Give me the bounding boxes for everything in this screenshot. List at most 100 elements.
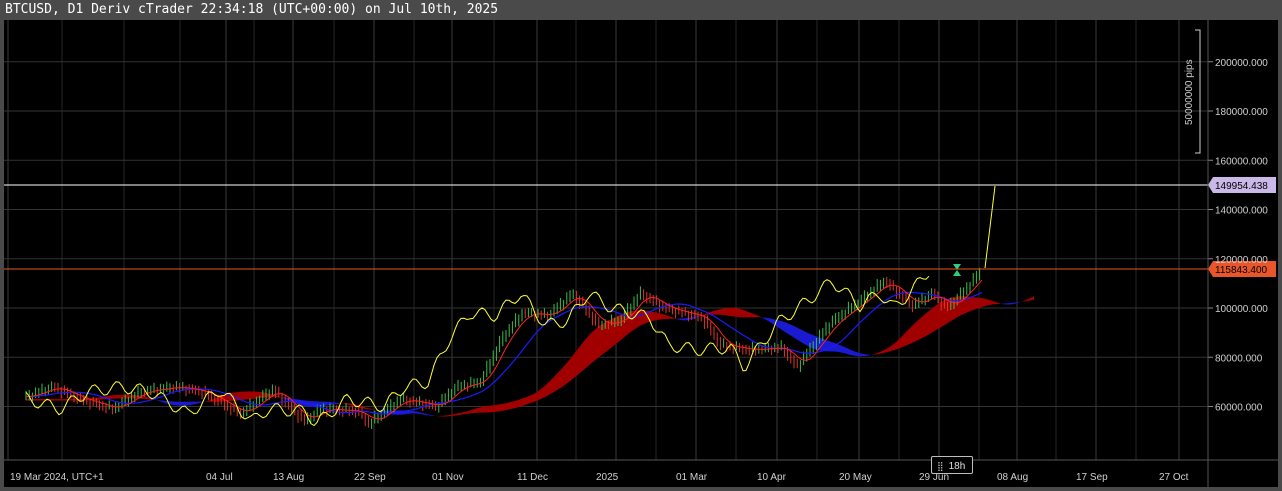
kumo-cloud-segment [162,400,166,404]
kumo-cloud-segment [598,324,602,358]
kumo-cloud-segment [762,317,766,320]
x-tick-label: 10 Apr [757,472,787,483]
kumo-cloud-segment [342,403,346,405]
kumo-cloud-segment [506,402,510,411]
kumo-cloud-segment [894,340,898,351]
chart-title-bar: BTCUSD, D1 Deriv cTrader 22:34:18 (UTC+0… [0,0,1282,20]
kumo-cloud-segment [1026,298,1030,302]
x-tick-label: 20 May [839,472,872,483]
kumo-cloud-segment [738,308,742,318]
kumo-cloud-segment [786,322,790,336]
kumo-cloud-segment [674,318,678,320]
kumo-cloud-segment [186,401,190,406]
y-tick-label: 100000.000 [1215,304,1268,315]
kumo-cloud-segment [890,343,894,352]
kumo-cloud-segment [478,406,482,413]
kumo-cloud-segment [658,312,662,320]
kumo-cloud-segment [946,298,950,325]
grid [4,20,1208,460]
kumo-cloud-segment [534,391,538,402]
y-tick-label: 60000.000 [1215,403,1263,414]
kumo-cloud-segment [422,412,426,416]
y-tick-label: 160000.000 [1215,156,1268,167]
kumo-cloud-segment [430,414,434,416]
kumo-cloud-segment [522,397,526,407]
kumo-cloud-segment [366,407,370,410]
x-tick-label: 27 Oct [1159,472,1189,483]
kumo-cloud-segment [330,401,334,405]
kumo-cloud-segment [798,328,802,343]
kumo-cloud-segment [914,320,918,343]
kumo-cloud-segment [886,346,890,353]
price-line-current-label: 115843.400 [1215,265,1268,276]
kumo-cloud-segment [922,313,926,339]
kumo-cloud-segment [578,343,582,375]
kumo-cloud-segment [934,303,938,332]
kumo-cloud-segment [794,326,798,341]
signal-marker-icon [953,270,961,276]
kumo-cloud-segment [570,353,574,382]
kumo-cloud-segment [38,399,42,401]
kumo-cloud-segment [538,388,542,401]
kumo-cloud-segment [242,391,246,400]
x-tick-label: 01 Nov [432,472,464,483]
kumo-cloud-segment [754,314,758,318]
kumo-cloud-segment [638,310,642,327]
x-tick-label: 11 Dec [517,472,548,483]
kumo-cloud-segment [974,297,978,310]
kumo-cloud-segment [174,401,178,406]
drag-grip-icon[interactable]: ⣿ [937,457,944,475]
kumo-cloud-segment [846,347,850,355]
kumo-cloud-segment [454,413,458,416]
kumo-cloud-segment [778,320,782,330]
x-tick-label: 13 Aug [273,472,304,483]
kumo-cloud-segment [494,404,498,413]
kumo-cloud-segment [34,399,38,401]
kumo-cloud-segment [882,349,886,354]
kumo-cloud-segment [838,344,842,353]
kumo-cloud-segment [566,359,570,385]
kumo-cloud-segment [902,332,906,348]
kumo-cloud-segment [298,399,302,406]
y-tick-label: 140000.000 [1215,206,1268,217]
kumo-cloud-segment [574,348,578,378]
kumo-cloud-segment [554,372,558,392]
timeframe-countdown-badge[interactable]: ⣿ 18h [931,456,973,474]
horizontal-lines[interactable]: 149954.438 115843.400 [4,176,1276,277]
kumo-cloud-segment [486,405,490,413]
kumo-cloud-segment [874,352,878,355]
kumo-cloud-segment [98,396,102,400]
kumo-cloud-segment [418,411,422,415]
kumo-cloud-segment [590,330,594,365]
x-tick-label: 17 Sep [1076,472,1108,483]
kumo-cloud-segment [546,380,550,397]
kumo-cloud-segment [442,415,446,417]
ichimoku-chart[interactable]: 149954.438 115843.400 19 Mar 2024, UTC+1 0… [4,20,1278,487]
kumo-cloud-segment [58,399,62,401]
kumo-cloud-segment [326,401,330,406]
kumo-cloud-segment [926,310,930,336]
kumo-cloud-segment [878,351,882,355]
kumo-cloud-segment [518,398,522,408]
chart-canvas[interactable]: 149954.438 115843.400 19 Mar 2024, UTC+1 0… [4,20,1278,487]
kumo-cloud-segment [438,415,442,417]
measure-ruler[interactable] [1195,29,1201,154]
kumo-cloud-segment [998,302,1002,304]
y-tick-label: 200000.000 [1215,58,1268,69]
x-tick-label: 04 Jul [206,472,233,483]
kumo-cloud-segment [718,308,722,315]
price-line-upper-label: 149954.438 [1215,181,1268,192]
kumo-cloud-segment [510,401,514,410]
kumo-cloud-segment [734,307,738,317]
kumo-cloud-segment [854,351,858,357]
kumo-cloud-segment [526,395,530,405]
kumo-cloud-segment [62,399,66,401]
kumo-cloud-segment [158,400,162,403]
kumo-cloud-segment [206,400,210,402]
kumo-cloud-segment [334,402,338,405]
kumo-cloud-segment [982,298,986,307]
kumo-cloud-segment [978,297,982,309]
kumo-cloud-segment [990,300,994,305]
kumo-cloud-segment [1002,303,1006,305]
kumo-cloud-segment [858,352,862,357]
